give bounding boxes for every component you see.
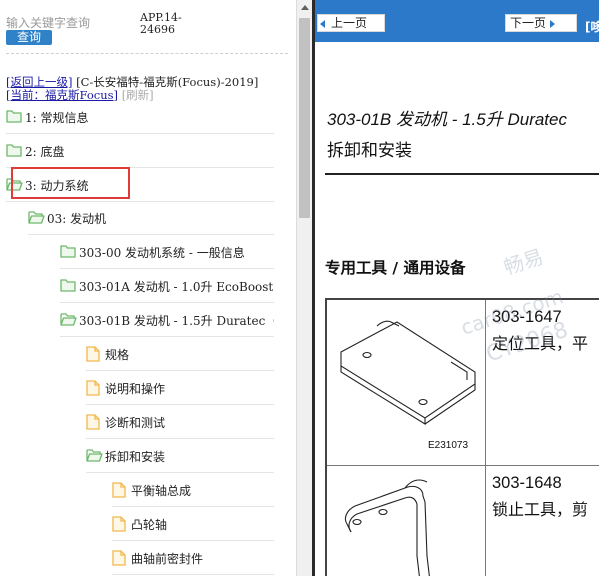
tree-item-label: 诊断和测试	[105, 416, 166, 430]
document-icon	[86, 346, 102, 362]
tree-item-label: 03: 发动机	[47, 212, 107, 226]
tree-item-label: 凸轮轴	[131, 518, 168, 532]
image-code: E231073	[428, 440, 469, 451]
tree-item-label: 曲轴前密封件	[131, 552, 204, 566]
arrow-left-icon	[320, 19, 325, 28]
tree-item-label: 规格	[105, 348, 130, 362]
search-input[interactable]: 输入关键字查询	[6, 14, 90, 31]
tree-item[interactable]: 说明和操作	[86, 371, 274, 405]
tool-number: 303-1648	[492, 474, 562, 492]
tree-item[interactable]: 03: 发动机	[28, 201, 274, 235]
selection-highlight	[11, 167, 130, 199]
tree-item-label: 平衡轴总成	[131, 484, 192, 498]
folder-icon	[6, 109, 22, 123]
locking-tool-drawing-icon	[344, 479, 430, 576]
folder-open-icon	[60, 312, 77, 326]
scrollbar-thumb[interactable]	[299, 18, 310, 218]
title-rule	[325, 173, 599, 175]
tree-item[interactable]: 诊断和测试	[86, 405, 274, 439]
next-page-label: 下一页	[510, 16, 547, 30]
tool-image-cell	[327, 466, 486, 576]
tree-item[interactable]: 平衡轴总成	[112, 473, 274, 507]
folder-icon	[60, 278, 76, 292]
left-navigation-panel: 输入关键字查询 查询 APP.14-24696 [返回上一级] [C-长安福特-…	[0, 0, 296, 576]
document-toolbar: 上一页 下一页 [哆	[315, 0, 599, 42]
tool-image-cell: E231073	[327, 300, 486, 465]
toolbar-extra-text[interactable]: [哆	[585, 18, 599, 35]
tree-item[interactable]: 曲轴前密封件	[112, 541, 274, 575]
next-page-button[interactable]: 下一页	[505, 14, 577, 32]
folder-icon	[6, 143, 22, 157]
folder-icon	[60, 244, 76, 258]
folder-open-icon	[86, 448, 103, 462]
arrow-right-icon	[550, 19, 556, 28]
watermark: 畅易	[500, 244, 547, 280]
tree-item[interactable]: 1: 常规信息	[6, 100, 274, 134]
tree-item-label: 303-01A 发动机 - 1.0升 EcoBoost（92千瓦/125PS）	[79, 280, 274, 294]
divider	[6, 53, 288, 54]
special-tools-table: E231073 303-1647 定位工具，平 303-1648 锁止工具，剪	[325, 298, 599, 576]
tool-name: 定位工具，平	[492, 334, 589, 353]
tree-item-label: 拆卸和安装	[105, 450, 166, 464]
tree-item-label: 1: 常规信息	[25, 111, 89, 125]
tree-item-label: 303-00 发动机系统 - 一般信息	[79, 246, 245, 260]
document-icon	[112, 516, 128, 532]
section-title: 专用工具 / 通用设备	[325, 259, 466, 277]
tool-name: 锁止工具，剪	[492, 500, 589, 519]
tree-item[interactable]: 303-01A 发动机 - 1.0升 EcoBoost（92千瓦/125PS）	[60, 269, 274, 303]
document-icon	[86, 414, 102, 430]
tree-item[interactable]: 拆卸和安装	[86, 439, 274, 473]
previous-page-button[interactable]: 上一页	[317, 14, 385, 32]
tree-item[interactable]: 2: 底盘	[6, 134, 274, 168]
tree-item[interactable]: 303-00 发动机系统 - 一般信息	[60, 235, 274, 269]
previous-page-label: 上一页	[331, 16, 368, 30]
folder-open-icon	[28, 210, 45, 224]
search-button[interactable]: 查询	[6, 30, 52, 45]
document-title: 303-01B 发动机 - 1.5升 Duratec	[327, 110, 567, 129]
document-subtitle: 拆卸和安装	[327, 141, 412, 161]
tool-number: 303-1647	[492, 308, 562, 326]
table-row: 303-1648 锁止工具，剪	[327, 466, 599, 576]
scroll-up-arrow-icon[interactable]	[301, 5, 309, 10]
left-panel-scrollbar[interactable]	[296, 0, 313, 576]
tree-item[interactable]: 303-01B 发动机 - 1.5升 Duratec（90千瓦/123PS）	[60, 303, 274, 337]
app-code: APP.14-24696	[140, 11, 182, 36]
tree-item-label: 说明和操作	[105, 382, 166, 396]
document-panel: 上一页 下一页 [哆 303-01B 发动机 - 1.5升 Duratec 拆卸…	[315, 0, 599, 576]
document-icon	[112, 482, 128, 498]
document-icon	[86, 380, 102, 396]
tree-item-label: 2: 底盘	[25, 145, 65, 159]
tree-item[interactable]: 规格	[86, 337, 274, 371]
tree-item[interactable]: 凸轮轴	[112, 507, 274, 541]
tree-item-label: 303-01B 发动机 - 1.5升 Duratec（90千瓦/123PS）	[79, 314, 274, 328]
table-row: E231073 303-1647 定位工具，平	[327, 300, 599, 466]
document-icon	[112, 550, 128, 566]
